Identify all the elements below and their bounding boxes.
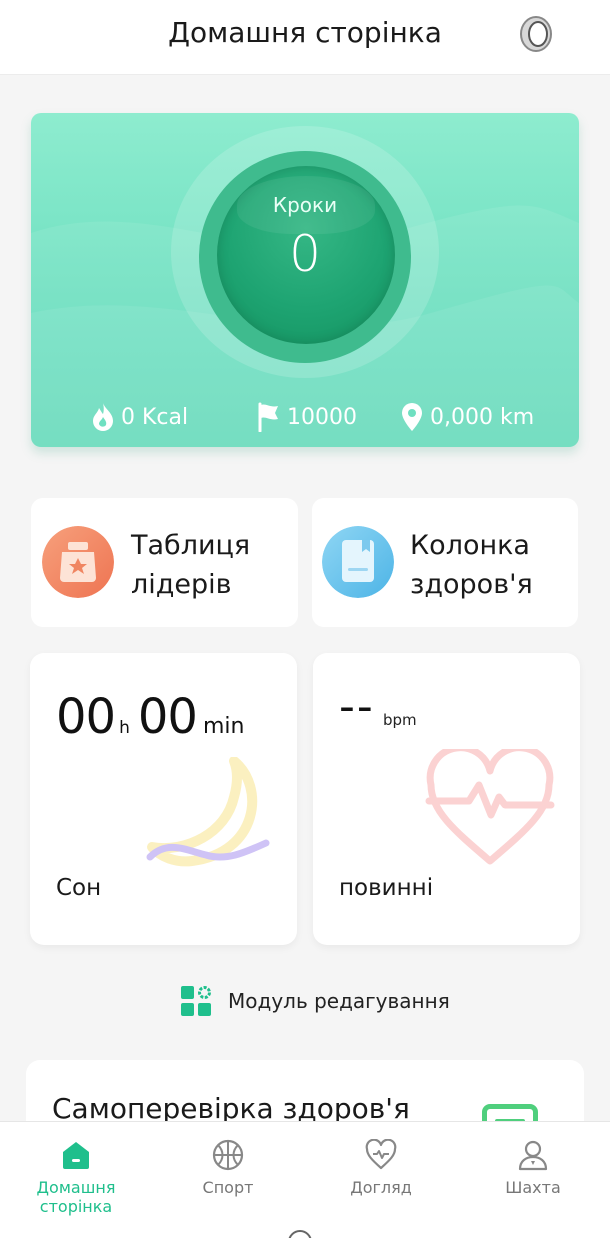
heart-rate-value: --	[339, 681, 375, 732]
tab-home[interactable]: Домашня сторінка	[0, 1122, 152, 1216]
user-icon	[518, 1140, 548, 1171]
tab-care[interactable]: Догляд	[305, 1122, 457, 1197]
distance-value: 0,000 km	[430, 404, 535, 430]
calories-stat: 0 Kcal	[91, 400, 188, 434]
sleep-hours: 00	[56, 689, 116, 745]
flag-icon	[258, 402, 278, 432]
home-icon	[63, 1142, 89, 1169]
sleep-minutes: 00	[137, 689, 198, 745]
sleep-card[interactable]: 00 h 00 min Сон	[30, 653, 297, 945]
heart-rate-icon	[425, 749, 555, 865]
steps-value: 0	[289, 225, 321, 283]
basketball-icon	[212, 1139, 244, 1171]
ring-device-icon[interactable]	[519, 15, 553, 53]
location-pin-icon	[402, 403, 422, 431]
leaderboard-tile[interactable]: Таблиця лідерів	[31, 498, 298, 627]
goal-value: 10000	[287, 404, 357, 430]
tab-mine[interactable]: Шахта	[457, 1122, 609, 1197]
tab-home-label: Домашня сторінка	[36, 1178, 116, 1216]
tab-sport-label: Спорт	[202, 1178, 254, 1197]
heart-rate-label: повинні	[339, 875, 434, 901]
sleep-label: Сон	[56, 875, 102, 901]
tab-care-label: Догляд	[350, 1178, 412, 1197]
edit-module-button[interactable]: Модуль редагування	[180, 985, 450, 1017]
goal-stat: 10000	[257, 400, 357, 434]
steps-card[interactable]: Кроки 0 0 Kcal 10000 0,000 km	[31, 113, 579, 447]
grid-gear-icon	[181, 986, 211, 1016]
heart-pulse-icon	[365, 1139, 397, 1170]
leaderboard-label: Таблиця лідерів	[131, 530, 251, 600]
tab-sport[interactable]: Спорт	[152, 1122, 304, 1197]
flame-icon	[93, 403, 113, 431]
leaderboard-medal-icon	[42, 526, 114, 598]
sleep-duration: 00 h 00 min	[56, 689, 244, 745]
moon-icon	[146, 757, 270, 867]
calories-value: 0 Kcal	[121, 404, 189, 430]
app-header: Домашня сторінка	[0, 0, 610, 75]
health-column-notebook-icon	[322, 526, 394, 598]
sleep-hours-unit: h	[119, 718, 130, 738]
heart-rate-unit: bpm	[383, 711, 417, 729]
steps-label: Кроки	[272, 193, 338, 217]
heart-rate-card[interactable]: -- bpm повинні	[313, 653, 580, 945]
edit-module-label: Модуль редагування	[228, 989, 450, 1013]
distance-stat: 0,000 km	[400, 400, 534, 434]
sleep-minutes-unit: min	[202, 714, 245, 739]
health-column-label: Колонка здоров'я	[410, 530, 533, 600]
bottom-tab-bar: Домашня сторінка Спорт Догляд Шахта	[0, 1121, 610, 1238]
health-column-tile[interactable]: Колонка здоров'я	[312, 498, 578, 627]
tab-mine-label: Шахта	[505, 1178, 561, 1197]
